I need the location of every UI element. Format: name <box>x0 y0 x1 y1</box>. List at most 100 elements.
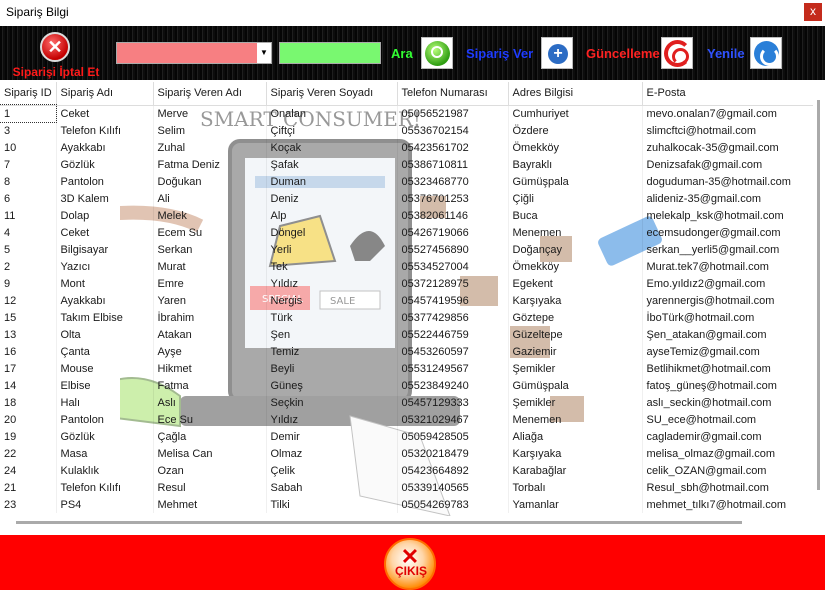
cell-address[interactable]: Menemen <box>508 224 643 241</box>
cell-address[interactable]: Şemikler <box>508 360 643 377</box>
cell-order-name[interactable]: Çanta <box>56 343 154 360</box>
cell-first-name[interactable]: Selim <box>153 122 267 139</box>
cell-order-id[interactable]: 10 <box>0 139 57 156</box>
table-row[interactable]: 18 Halı Aslı Seçkin 05457129333 Şemikler aslı_… <box>0 394 813 411</box>
cell-last-name[interactable]: Onalan <box>266 105 398 122</box>
cell-last-name[interactable]: Döngel <box>266 224 398 241</box>
cell-order-name[interactable]: Telefon Kılıfı <box>56 479 154 496</box>
cell-order-name[interactable]: Mouse <box>56 360 154 377</box>
cell-first-name[interactable]: Hikmet <box>153 360 267 377</box>
cell-email[interactable]: melisa_olmaz@gmail.com <box>642 445 813 462</box>
cell-address[interactable]: Cumhuriyet <box>508 105 643 122</box>
cell-order-id[interactable]: 16 <box>0 343 57 360</box>
cell-phone[interactable]: 05339140565 <box>397 479 509 496</box>
cell-phone[interactable]: 05377429856 <box>397 309 509 326</box>
cell-email[interactable]: Denizsafak@gmail.com <box>642 156 813 173</box>
cell-order-id[interactable]: 11 <box>0 207 57 224</box>
cell-address[interactable]: Gümüşpala <box>508 377 643 394</box>
cell-phone[interactable]: 05536702154 <box>397 122 509 139</box>
cell-last-name[interactable]: Şen <box>266 326 398 343</box>
cell-address[interactable]: Doğançay <box>508 241 643 258</box>
cell-last-name[interactable]: Koçak <box>266 139 398 156</box>
cell-order-name[interactable]: Gözlük <box>56 156 154 173</box>
cell-last-name[interactable]: Güneş <box>266 377 398 394</box>
cell-order-name[interactable]: Bilgisayar <box>56 241 154 258</box>
column-header-address[interactable]: Adres Bilgisi <box>508 82 643 106</box>
order-select-combo[interactable]: ▼ <box>116 42 272 64</box>
cell-order-name[interactable]: Telefon Kılıfı <box>56 122 154 139</box>
column-header-customer-last-name[interactable]: Sipariş Veren Soyadı <box>266 82 398 106</box>
cell-address[interactable]: Özdere <box>508 122 643 139</box>
cancel-order-button[interactable]: ✕ Siparişi İptal Et <box>6 30 106 79</box>
cell-email[interactable]: Murat.tek7@hotmail.com <box>642 258 813 275</box>
cell-phone[interactable]: 05423561702 <box>397 139 509 156</box>
cell-last-name[interactable]: Yerli <box>266 241 398 258</box>
cell-last-name[interactable]: Duman <box>266 173 398 190</box>
cell-order-name[interactable]: Kulaklık <box>56 462 154 479</box>
search-button[interactable] <box>421 37 453 69</box>
cell-email[interactable]: Resul_sbh@hotmail.com <box>642 479 813 496</box>
cell-phone[interactable]: 05522446759 <box>397 326 509 343</box>
cell-first-name[interactable]: Melek <box>153 207 267 224</box>
cell-order-name[interactable]: 3D Kalem <box>56 190 154 207</box>
cell-address[interactable]: Karşıyaka <box>508 292 643 309</box>
cell-order-id[interactable]: 2 <box>0 258 57 275</box>
table-row[interactable]: 2 Yazıcı Murat Tek 05534527004 Ömekköy Murat.t… <box>0 258 813 275</box>
vertical-scrollbar[interactable] <box>813 82 825 516</box>
table-row[interactable]: 8 Pantolon Doğukan Duman 05323468770 Gümüşpal… <box>0 173 813 190</box>
cell-first-name[interactable]: Murat <box>153 258 267 275</box>
cell-order-id[interactable]: 13 <box>0 326 57 343</box>
cell-phone[interactable]: 05527456890 <box>397 241 509 258</box>
cell-order-id[interactable]: 3 <box>0 122 57 139</box>
cell-email[interactable]: fatoş_güneş@hotmail.com <box>642 377 813 394</box>
cell-order-id[interactable]: 1 <box>0 104 57 123</box>
cell-last-name[interactable]: Olmaz <box>266 445 398 462</box>
cell-order-name[interactable]: Takım Elbise <box>56 309 154 326</box>
table-row[interactable]: 21 Telefon Kılıfı Resul Sabah 05339140565 Tor… <box>0 479 813 496</box>
cell-order-name[interactable]: Pantolon <box>56 411 154 428</box>
cell-last-name[interactable]: Çelik <box>266 462 398 479</box>
cell-email[interactable]: melekalp_ksk@hotmail.com <box>642 207 813 224</box>
cell-order-id[interactable]: 19 <box>0 428 57 445</box>
cell-first-name[interactable]: İbrahim <box>153 309 267 326</box>
cell-order-name[interactable]: Ayakkabı <box>56 292 154 309</box>
cell-order-id[interactable]: 20 <box>0 411 57 428</box>
cell-phone[interactable]: 05376701253 <box>397 190 509 207</box>
table-row[interactable]: 19 Gözlük Çağla Demir 05059428505 Aliağa cagla… <box>0 428 813 445</box>
cell-order-id[interactable]: 15 <box>0 309 57 326</box>
cell-phone[interactable]: 05386710811 <box>397 156 509 173</box>
table-row[interactable]: 9 Mont Emre Yıldız 05372128975 Egekent Emo.yıl… <box>0 275 813 292</box>
cell-email[interactable]: mehmet_tılkı7@hotmail.com <box>642 496 813 513</box>
cell-last-name[interactable]: Şafak <box>266 156 398 173</box>
cell-order-name[interactable]: Gözlük <box>56 428 154 445</box>
cell-phone[interactable]: 05054269783 <box>397 496 509 513</box>
cell-order-name[interactable]: PS4 <box>56 496 154 513</box>
column-header-order-name[interactable]: Sipariş Adı <box>56 82 154 106</box>
cell-last-name[interactable]: Tilki <box>266 496 398 513</box>
cell-first-name[interactable]: Ecem Su <box>153 224 267 241</box>
table-row[interactable]: 15 Takım Elbise İbrahim Türk 05377429856 Gözt… <box>0 309 813 326</box>
cell-first-name[interactable]: Aslı <box>153 394 267 411</box>
cell-last-name[interactable]: Nergis <box>266 292 398 309</box>
cell-order-name[interactable]: Olta <box>56 326 154 343</box>
close-icon[interactable]: x <box>804 3 822 21</box>
cell-first-name[interactable]: Resul <box>153 479 267 496</box>
cell-address[interactable]: Menemen <box>508 411 643 428</box>
cell-email[interactable]: İboTürk@hotmail.com <box>642 309 813 326</box>
cell-address[interactable]: Gaziemir <box>508 343 643 360</box>
cell-phone[interactable]: 05523849240 <box>397 377 509 394</box>
cell-order-id[interactable]: 14 <box>0 377 57 394</box>
cell-first-name[interactable]: Doğukan <box>153 173 267 190</box>
cell-order-id[interactable]: 6 <box>0 190 57 207</box>
cell-order-name[interactable]: Yazıcı <box>56 258 154 275</box>
cell-order-name[interactable]: Mont <box>56 275 154 292</box>
table-row[interactable]: 5 Bilgisayar Serkan Yerli 05527456890 Doğança… <box>0 241 813 258</box>
cell-phone[interactable]: 05382061146 <box>397 207 509 224</box>
cell-email[interactable]: caglademir@gmail.com <box>642 428 813 445</box>
table-row[interactable]: 20 Pantolon Ece Su Yıldız 05321029467 Menemen… <box>0 411 813 428</box>
table-row[interactable]: 17 Mouse Hikmet Beyli 05531249567 Şemikler Bet… <box>0 360 813 377</box>
cell-order-name[interactable]: Dolap <box>56 207 154 224</box>
cell-order-name[interactable]: Pantolon <box>56 173 154 190</box>
cell-phone[interactable]: 05423664892 <box>397 462 509 479</box>
cell-phone[interactable]: 05531249567 <box>397 360 509 377</box>
